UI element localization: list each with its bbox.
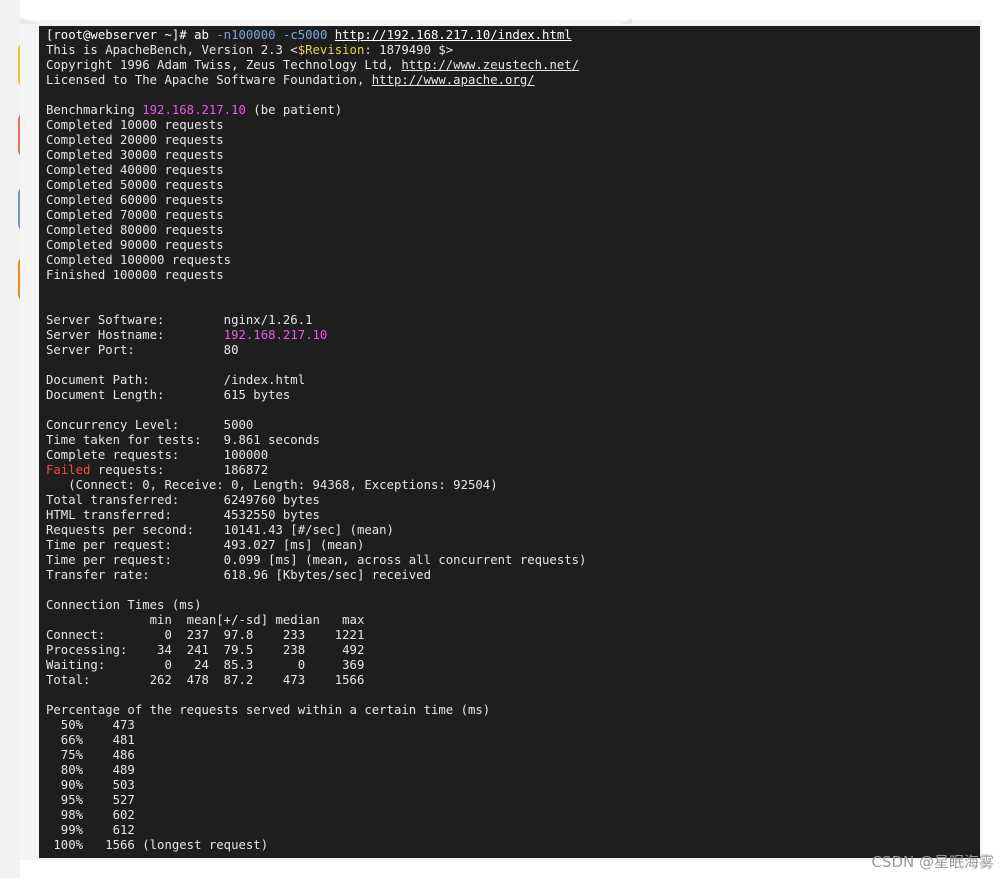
percentile-line: 50% 473	[46, 718, 135, 732]
failed-requests-line: Failed requests: 186872	[46, 463, 980, 478]
license-line: Licensed to The Apache Software Foundati…	[46, 73, 980, 88]
complete-requests-line: Complete requests: 100000	[46, 448, 269, 462]
connection-times-line: Waiting: 0 24 85.3 0 369	[46, 658, 365, 672]
progress-line: Finished 100000 requests	[46, 268, 224, 282]
percentile-line: 98% 602	[46, 808, 135, 822]
percentile-line: Percentage of the requests served within…	[46, 703, 491, 717]
stats-line: Transfer rate: 618.96 [Kbytes/sec] recei…	[46, 568, 431, 582]
progress-line: Completed 70000 requests	[46, 208, 224, 222]
progress-line: Completed 20000 requests	[46, 133, 224, 147]
bench-host: 192.168.217.10	[142, 103, 246, 117]
percentile-line: 66% 481	[46, 733, 135, 747]
stats-line: Time per request: 493.027 [ms] (mean)	[46, 538, 365, 552]
progress-line: Completed 40000 requests	[46, 163, 224, 177]
terminal-output[interactable]: [root@webserver ~]# ab -n100000 -c5000 h…	[39, 26, 980, 858]
watermark: CSDN @星眠海雾	[871, 853, 994, 871]
zeustech-link: http://www.zeustech.net/	[401, 58, 580, 72]
server-port-line: Server Port: 80	[46, 343, 239, 357]
connection-times-line: Processing: 34 241 79.5 238 492	[46, 643, 365, 657]
command-line: [root@webserver ~]# ab -n100000 -c5000 h…	[46, 28, 980, 43]
stats-line: HTML transferred: 4532550 bytes	[46, 508, 320, 522]
copyright-text: Copyright 1996 Adam Twiss, Zeus Technolo…	[46, 58, 402, 72]
version-prefix: This is ApacheBench, Version 2.3 <	[46, 43, 298, 57]
concurrency-line: Concurrency Level: 5000	[46, 418, 254, 432]
progress-line: Completed 90000 requests	[46, 238, 224, 252]
percentile-line: 100% 1566 (longest request)	[46, 838, 269, 852]
percentile-line: 80% 489	[46, 763, 135, 777]
bench-prefix: Benchmarking	[46, 103, 143, 117]
progress-line: Completed 30000 requests	[46, 148, 224, 162]
connection-times-line: Connect: 0 237 97.8 233 1221	[46, 628, 365, 642]
percentile-line: 95% 527	[46, 793, 135, 807]
connection-times-line: Total: 262 478 87.2 473 1566	[46, 673, 365, 687]
flag-requests: -n100000	[216, 28, 276, 42]
percentile-line: 99% 612	[46, 823, 135, 837]
progress-line: Completed 60000 requests	[46, 193, 224, 207]
server-software-line: Server Software: nginx/1.26.1	[46, 313, 313, 327]
target-url: http://192.168.217.10/index.html	[334, 28, 572, 42]
stats-line: Requests per second: 10141.43 [#/sec] (m…	[46, 523, 394, 537]
progress-line: Completed 50000 requests	[46, 178, 224, 192]
bench-suffix: (be patient)	[245, 103, 343, 117]
document-path-line: Document Path: /index.html	[46, 373, 306, 387]
stats-line: Total transferred: 6249760 bytes	[46, 493, 320, 507]
license-text: Licensed to The Apache Software Foundati…	[46, 73, 372, 87]
failed-count: requests: 186872	[90, 463, 269, 477]
connection-times-line: min mean[+/-sd] median max	[46, 613, 365, 627]
time-taken-line: Time taken for tests: 9.861 seconds	[46, 433, 320, 447]
revision-keyword: $Revision	[297, 43, 365, 57]
version-line: This is ApacheBench, Version 2.3 <$Revis…	[46, 43, 980, 58]
document-length-line: Document Length: 615 bytes	[46, 388, 291, 402]
failed-word: Failed	[46, 463, 91, 477]
connection-times-line: Connection Times (ms)	[46, 598, 202, 612]
stats-line: Time per request: 0.099 [ms] (mean, acro…	[46, 553, 587, 567]
percentile-line: 90% 503	[46, 778, 135, 792]
left-window-strip	[0, 0, 20, 878]
version-suffix: : 1879490 $>	[364, 43, 454, 57]
progress-line: Completed 80000 requests	[46, 223, 224, 237]
flag-concurrency: -c5000	[282, 28, 328, 42]
shell-prompt: [root@webserver ~]# ab	[46, 28, 217, 42]
server-hostname-line: Server Hostname: 192.168.217.10	[46, 328, 980, 343]
apache-link: http://www.apache.org/	[371, 73, 535, 87]
server-hostname-value: 192.168.217.10	[223, 328, 328, 342]
percentile-line: 75% 486	[46, 748, 135, 762]
progress-line: Completed 100000 requests	[46, 253, 232, 267]
copyright-line: Copyright 1996 Adam Twiss, Zeus Technolo…	[46, 58, 980, 73]
server-hostname-label: Server Hostname:	[46, 328, 224, 342]
benchmarking-line: Benchmarking 192.168.217.10 (be patient)	[46, 103, 980, 118]
failed-detail-line: (Connect: 0, Receive: 0, Length: 94368, …	[46, 478, 498, 492]
progress-line: Completed 10000 requests	[46, 118, 224, 132]
